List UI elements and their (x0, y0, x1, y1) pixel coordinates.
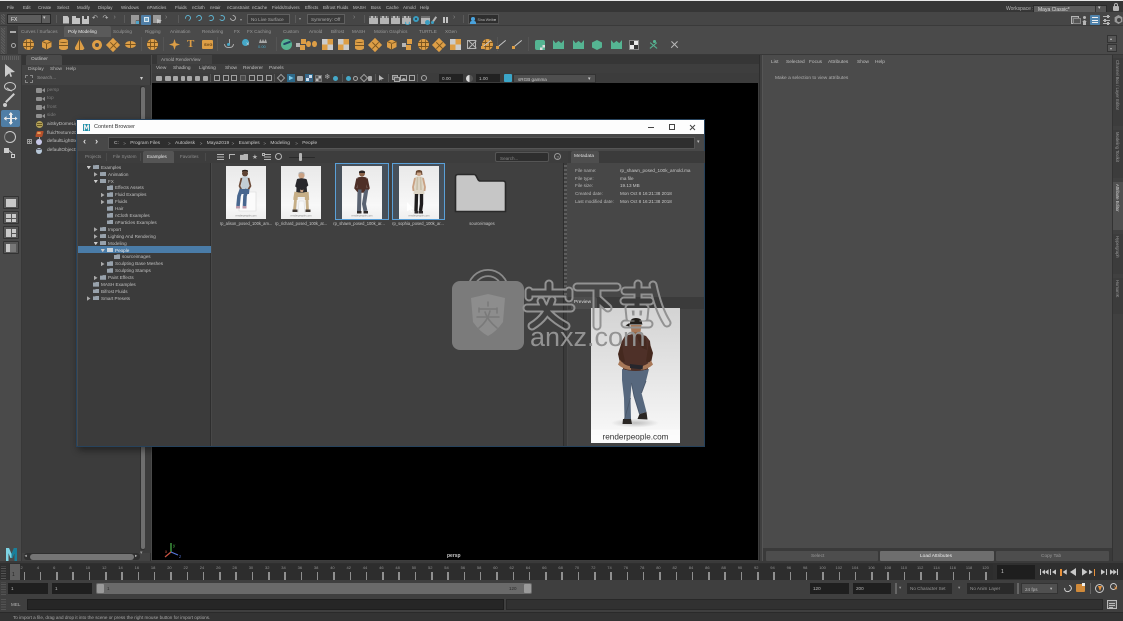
svg-text:renderpeople.com: renderpeople.com (409, 214, 430, 218)
svg-text:x: x (165, 549, 168, 554)
svg-text:z: z (179, 554, 182, 559)
svg-text:renderpeople.com: renderpeople.com (291, 214, 312, 218)
svg-text:y: y (173, 543, 176, 548)
svg-text:renderpeople.com: renderpeople.com (352, 214, 373, 218)
svg-text:renderpeople.com: renderpeople.com (603, 433, 669, 442)
svg-text:renderpeople.com: renderpeople.com (236, 214, 257, 218)
svg-text:anxz.com: anxz.com (530, 322, 646, 352)
